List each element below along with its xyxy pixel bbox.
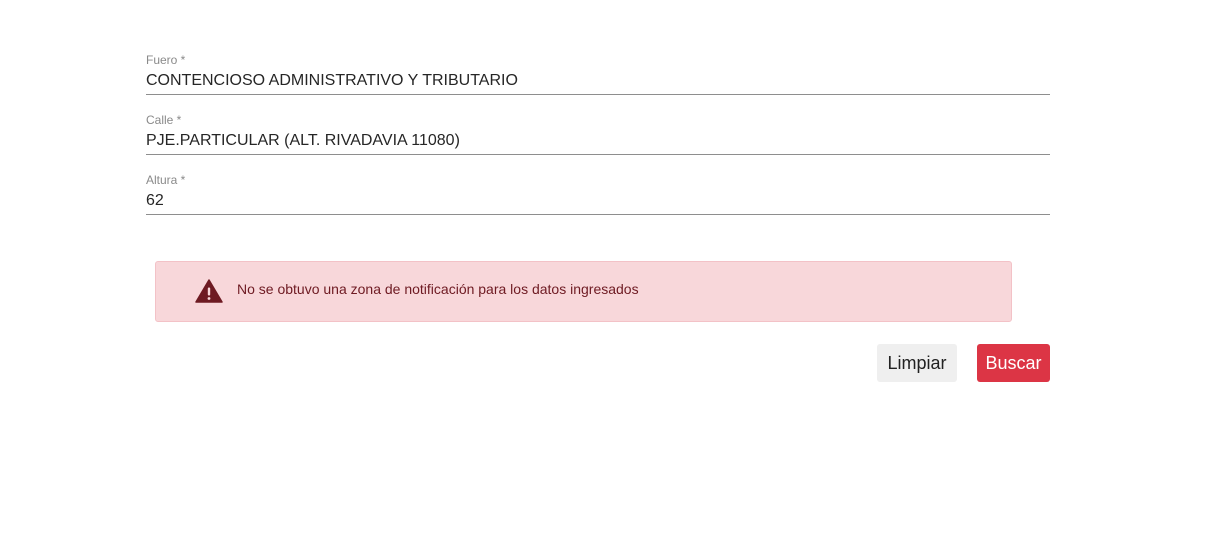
calle-label: Calle * (146, 113, 182, 127)
fuero-field: Fuero * (146, 53, 1050, 101)
warning-icon (195, 279, 223, 303)
alert-message: No se obtuvo una zona de notificación pa… (237, 281, 639, 297)
fuero-input[interactable] (146, 68, 1050, 95)
search-button[interactable]: Buscar (977, 344, 1050, 382)
altura-label: Altura * (146, 173, 186, 187)
search-form-page: Fuero * Calle * Altura * No se obtuvo un… (0, 0, 1221, 541)
calle-field: Calle * (146, 113, 1050, 161)
error-alert: No se obtuvo una zona de notificación pa… (155, 261, 1012, 322)
clear-button[interactable]: Limpiar (877, 344, 957, 382)
calle-input[interactable] (146, 128, 1050, 155)
altura-field: Altura * (146, 173, 1050, 221)
altura-input[interactable] (146, 188, 1050, 215)
fuero-label: Fuero * (146, 53, 186, 67)
